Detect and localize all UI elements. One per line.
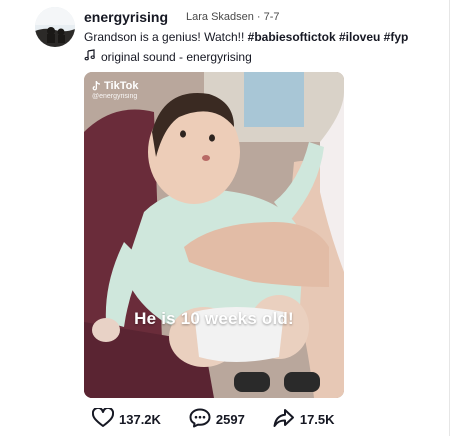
watermark-brand-text: TikTok bbox=[104, 80, 139, 92]
caption: Grandson is a genius! Watch!! #babiesoft… bbox=[84, 30, 408, 44]
avatar[interactable] bbox=[35, 7, 75, 47]
heart-icon bbox=[91, 406, 115, 431]
tiktok-logo-icon bbox=[92, 80, 101, 92]
comment-count: 2597 bbox=[215, 412, 245, 427]
like-button[interactable]: 137.2K bbox=[91, 406, 161, 431]
video-subtitle: He is 10 weeks old! bbox=[134, 309, 294, 328]
sound-link[interactable]: original sound - energyrising bbox=[84, 49, 252, 64]
author-date: Lara Skadsen · 7-7 bbox=[186, 11, 280, 23]
sound-label: original sound - energyrising bbox=[101, 49, 252, 64]
watermark-handle: @energyrising bbox=[92, 93, 138, 100]
watermark-brand: TikTok bbox=[92, 80, 138, 92]
video-player[interactable]: TikTok @energyrising He is 10 weeks old! bbox=[84, 72, 344, 398]
like-count: 137.2K bbox=[119, 412, 161, 427]
comment-button[interactable]: 2597 bbox=[189, 408, 245, 431]
comment-icon bbox=[189, 408, 211, 431]
caption-text: Grandson is a genius! Watch!! bbox=[84, 30, 248, 44]
action-bar: 137.2K 2597 17.5K bbox=[91, 406, 363, 431]
share-icon bbox=[273, 408, 295, 431]
tiktok-watermark: TikTok @energyrising bbox=[92, 80, 138, 100]
username[interactable]: energyrising bbox=[84, 9, 168, 25]
music-note-icon bbox=[84, 49, 96, 64]
share-count: 17.5K bbox=[299, 412, 335, 427]
caption-hashtags[interactable]: #babiesoftictok #iloveu #fyp bbox=[248, 30, 409, 44]
share-button[interactable]: 17.5K bbox=[273, 408, 335, 431]
